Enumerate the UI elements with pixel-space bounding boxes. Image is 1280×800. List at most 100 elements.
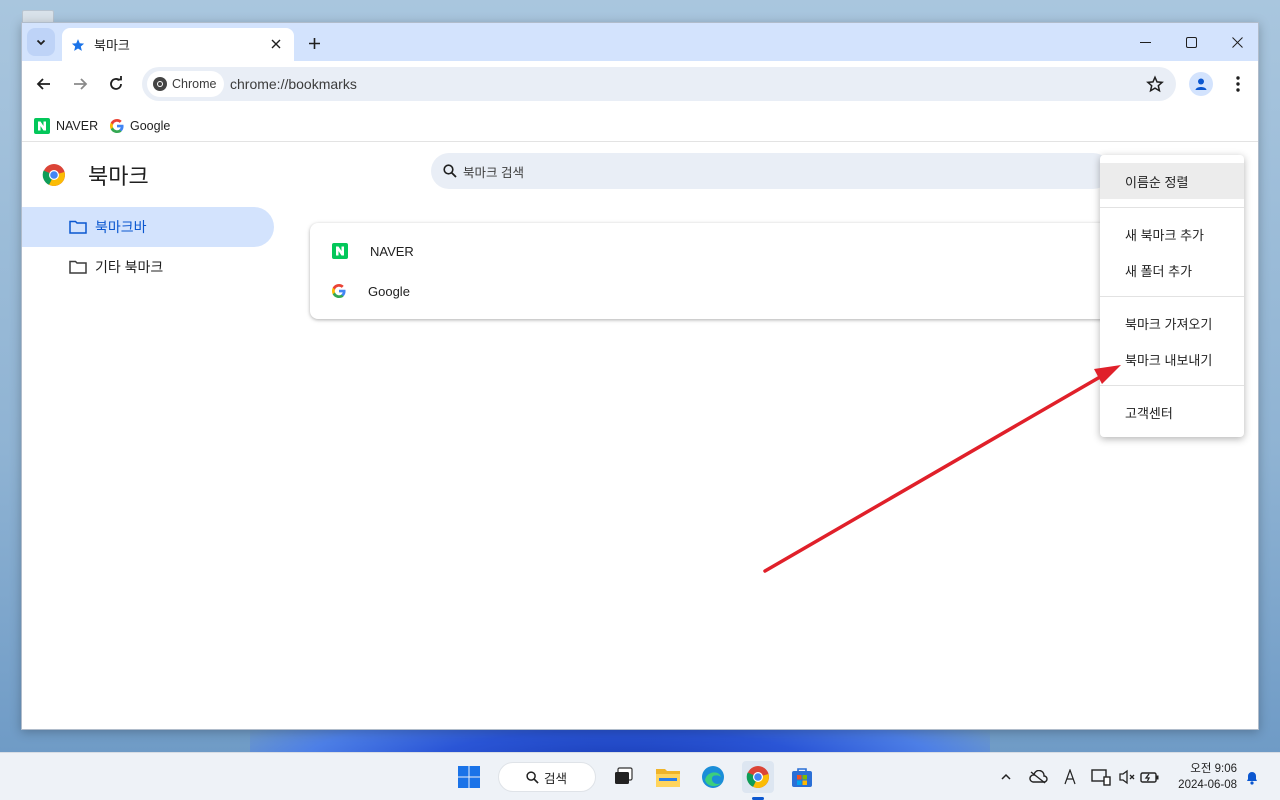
window-close-button[interactable] — [1214, 27, 1258, 57]
chrome-logo-icon — [42, 164, 65, 186]
battery-icon[interactable] — [1140, 767, 1160, 787]
search-icon — [526, 770, 539, 784]
chrome-logo-icon — [746, 766, 769, 788]
sidebar-item-bookmarks-bar[interactable]: 북마크바 — [22, 207, 274, 247]
start-button[interactable] — [453, 761, 485, 793]
edge-button[interactable] — [697, 761, 729, 793]
sidebar-item-label: 북마크바 — [95, 219, 147, 235]
maximize-icon — [1185, 36, 1197, 48]
google-icon — [110, 119, 124, 133]
address-bar[interactable]: Chrome chrome://bookmarks — [142, 67, 1176, 101]
menu-divider — [1100, 296, 1244, 297]
notification-bell-icon[interactable] — [1242, 767, 1262, 787]
bookmarks-bar-label: Google — [130, 119, 171, 133]
chevron-down-icon — [36, 39, 46, 46]
tab-bookmarks[interactable]: 북마크 — [62, 28, 294, 61]
menu-divider — [1100, 207, 1244, 208]
tab-title: 북마크 — [94, 38, 130, 53]
plus-icon — [308, 37, 320, 49]
task-view-button[interactable] — [608, 761, 640, 793]
list-item-label: Google — [368, 283, 410, 299]
organize-menu: 이름순 정렬 새 북마크 추가 새 폴더 추가 북마크 가져오기 북마크 내보내… — [1100, 155, 1244, 437]
bookmarks-page: 북마크 북마크 검색 북마크바 기타 북마크 NAVER Google 이름순 — [22, 143, 1258, 729]
volume-muted-icon[interactable] — [1117, 767, 1137, 787]
chrome-taskbar-button[interactable] — [742, 761, 774, 793]
input-method-icon[interactable] — [1060, 767, 1080, 787]
list-item-google[interactable]: Google — [310, 271, 1130, 311]
reload-icon — [110, 76, 122, 90]
page-title: 북마크 — [88, 164, 149, 189]
arrow-left-icon — [36, 78, 50, 90]
bookmark-search-input[interactable]: 북마크 검색 — [431, 153, 1111, 189]
bookmark-star-button[interactable] — [1144, 73, 1166, 95]
site-info-chip[interactable]: Chrome — [147, 71, 225, 97]
system-clock[interactable]: 오전 9:06 2024-06-08 — [1178, 761, 1237, 793]
clock-date: 2024-06-08 — [1178, 779, 1237, 791]
task-view-icon — [615, 767, 633, 784]
bookmarks-bar: NAVER Google — [22, 109, 1258, 142]
folder-icon — [69, 220, 87, 234]
taskbar-search[interactable]: 검색 — [498, 762, 596, 792]
bookmarks-bar-item-naver[interactable]: NAVER — [34, 115, 98, 137]
store-button[interactable] — [786, 761, 818, 793]
close-icon — [1231, 36, 1243, 48]
minimize-icon — [1139, 41, 1151, 43]
tab-search-button[interactable] — [27, 28, 55, 56]
store-icon — [792, 768, 812, 787]
search-icon — [443, 164, 457, 178]
menu-divider — [1100, 385, 1244, 386]
minimize-button[interactable] — [1122, 27, 1168, 57]
windows-icon — [458, 766, 480, 788]
bookmarks-bar-item-google[interactable]: Google — [110, 115, 170, 137]
star-icon — [71, 38, 85, 51]
menu-item-label: 북마크 내보내기 — [1125, 352, 1213, 368]
naver-icon — [332, 243, 348, 259]
star-outline-icon — [1146, 75, 1164, 93]
bookmark-list: NAVER Google — [310, 223, 1130, 319]
close-icon — [271, 39, 281, 49]
maximize-button[interactable] — [1168, 27, 1214, 57]
list-item-naver[interactable]: NAVER — [310, 231, 1130, 271]
menu-item-label: 고객센터 — [1125, 405, 1173, 421]
sidebar-item-other-bookmarks[interactable]: 기타 북마크 — [22, 247, 274, 287]
menu-item-label: 이름순 정렬 — [1125, 174, 1189, 190]
menu-item-export-bookmarks[interactable]: 북마크 내보내기 — [1100, 341, 1244, 377]
forward-button[interactable] — [67, 71, 93, 97]
folder-icon — [69, 260, 87, 274]
onedrive-icon[interactable] — [1028, 767, 1048, 787]
chip-label: Chrome — [172, 77, 217, 91]
list-item-label: NAVER — [370, 243, 414, 259]
more-vert-icon — [1236, 76, 1240, 92]
display-icon[interactable] — [1091, 767, 1111, 787]
edge-icon — [702, 766, 724, 788]
menu-item-sort-by-name[interactable]: 이름순 정렬 — [1100, 163, 1244, 199]
menu-item-import-bookmarks[interactable]: 북마크 가져오기 — [1100, 305, 1244, 341]
chrome-icon — [153, 77, 167, 91]
search-placeholder: 북마크 검색 — [463, 165, 524, 180]
menu-item-add-bookmark[interactable]: 새 북마크 추가 — [1100, 216, 1244, 252]
taskbar: 검색 오전 9:06 2024-06-08 — [0, 752, 1280, 800]
file-explorer-button[interactable] — [652, 761, 684, 793]
menu-item-label: 새 폴더 추가 — [1125, 263, 1193, 279]
new-tab-button[interactable] — [302, 31, 326, 55]
chrome-menu-button[interactable] — [1226, 72, 1250, 96]
person-icon — [1195, 78, 1207, 90]
naver-icon — [34, 118, 50, 134]
taskbar-search-label: 검색 — [544, 771, 568, 786]
menu-item-help-center[interactable]: 고객센터 — [1100, 394, 1244, 430]
tab-close-button[interactable] — [266, 34, 286, 54]
page-header: 북마크 — [42, 159, 149, 191]
browser-window: 북마크 Chrome chrome://bookmarks NAVER Goog… — [21, 22, 1259, 730]
tray-overflow-chevron-icon[interactable] — [996, 767, 1016, 787]
menu-item-add-folder[interactable]: 새 폴더 추가 — [1100, 252, 1244, 288]
menu-item-label: 북마크 가져오기 — [1125, 316, 1213, 332]
google-icon — [332, 284, 346, 298]
menu-item-label: 새 북마크 추가 — [1125, 227, 1204, 243]
url-text[interactable]: chrome://bookmarks — [230, 76, 357, 92]
clock-time: 오전 9:06 — [1190, 763, 1237, 775]
toolbar: Chrome chrome://bookmarks — [22, 61, 1258, 109]
reload-button[interactable] — [103, 71, 129, 97]
profile-button[interactable] — [1189, 72, 1213, 96]
arrow-right-icon — [74, 78, 88, 90]
back-button[interactable] — [31, 71, 57, 97]
